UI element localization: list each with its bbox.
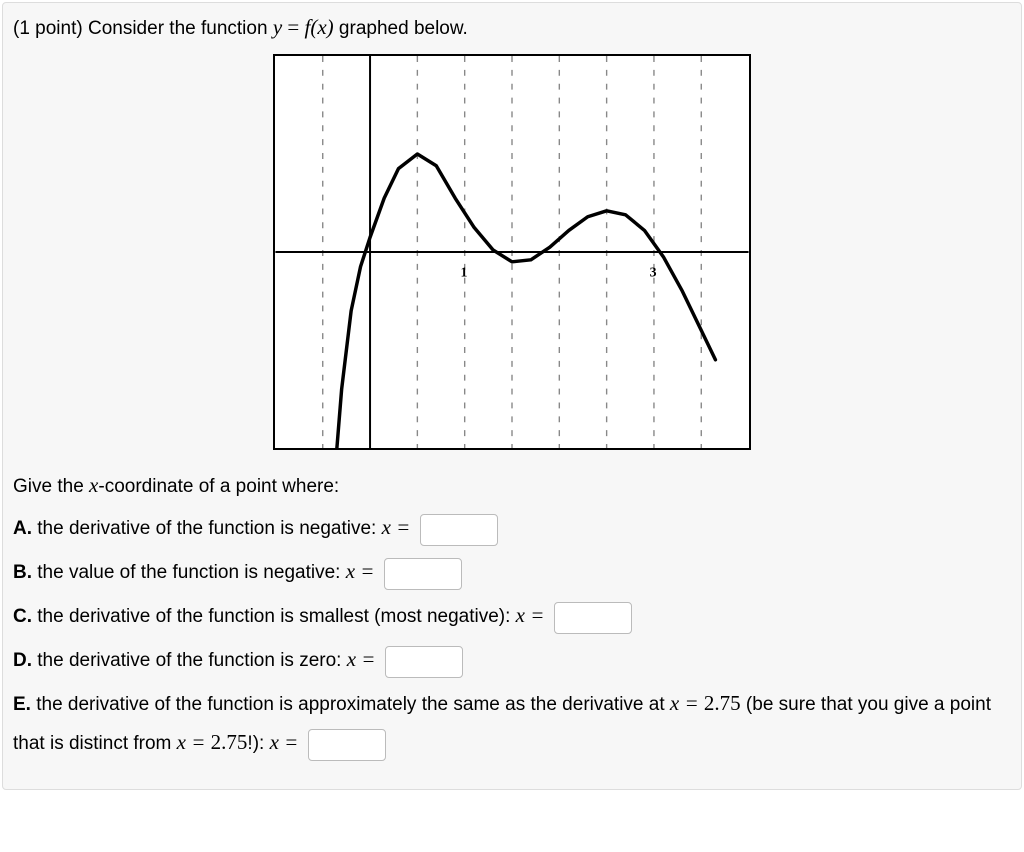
graph-wrap: 1 3 — [13, 54, 1011, 455]
label-c: C. — [13, 606, 32, 627]
tick-label-3: 3 — [650, 265, 657, 280]
answer-input-b[interactable] — [384, 558, 462, 590]
points-label: (1 point) — [13, 18, 88, 39]
subprompt-suffix: -coordinate of a point where: — [98, 476, 339, 497]
text-c: the derivative of the function is smalle… — [32, 606, 516, 627]
prompt-prefix: Consider the function — [88, 18, 273, 39]
label-d: D. — [13, 650, 32, 671]
question-c: C. the derivative of the function is sma… — [13, 596, 1011, 636]
label-a: A. — [13, 518, 32, 539]
xeq-e2: x = — [177, 730, 211, 754]
answer-input-a[interactable] — [420, 514, 498, 546]
x-var: x — [89, 473, 98, 497]
text-d: the derivative of the function is zero: — [32, 650, 347, 671]
xeq-b: x = — [346, 559, 375, 583]
question-d: D. the derivative of the function is zer… — [13, 640, 1011, 680]
xeq-e3: x = — [270, 730, 299, 754]
subprompt: Give the x-coordinate of a point where: — [13, 473, 1011, 498]
function-curve — [337, 154, 716, 448]
eq-sign: = — [282, 15, 304, 39]
text-a: the derivative of the function is negati… — [32, 518, 382, 539]
tick-label-1: 1 — [461, 265, 468, 280]
answer-input-c[interactable] — [554, 602, 632, 634]
prompt-suffix: graphed below. — [334, 18, 468, 39]
y-var: y — [273, 15, 282, 39]
label-e: E. — [13, 694, 31, 715]
graph-svg: 1 3 — [275, 56, 749, 448]
val-e2: 2.75 — [211, 730, 248, 754]
text-b: the value of the function is negative: — [32, 562, 346, 583]
text-e-prefix: the derivative of the function is approx… — [31, 694, 670, 715]
subprompt-prefix: Give the — [13, 476, 89, 497]
xeq-e1: x = — [670, 691, 704, 715]
xeq-a: x = — [382, 515, 411, 539]
problem-container: (1 point) Consider the function y = f(x)… — [2, 2, 1022, 790]
problem-prompt: (1 point) Consider the function y = f(x)… — [13, 15, 1011, 40]
question-b: B. the value of the function is negative… — [13, 552, 1011, 592]
label-b: B. — [13, 562, 32, 583]
xeq-c: x = — [516, 603, 545, 627]
fx: f(x) — [305, 15, 334, 39]
answer-input-e[interactable] — [308, 729, 386, 761]
val-e1: 2.75 — [704, 691, 741, 715]
answer-input-d[interactable] — [385, 646, 463, 678]
xeq-d: x = — [347, 647, 376, 671]
question-e: E. the derivative of the function is app… — [13, 684, 1011, 764]
text-e-bang: !): — [247, 733, 269, 754]
function-graph: 1 3 — [273, 54, 751, 450]
question-a: A. the derivative of the function is neg… — [13, 508, 1011, 548]
